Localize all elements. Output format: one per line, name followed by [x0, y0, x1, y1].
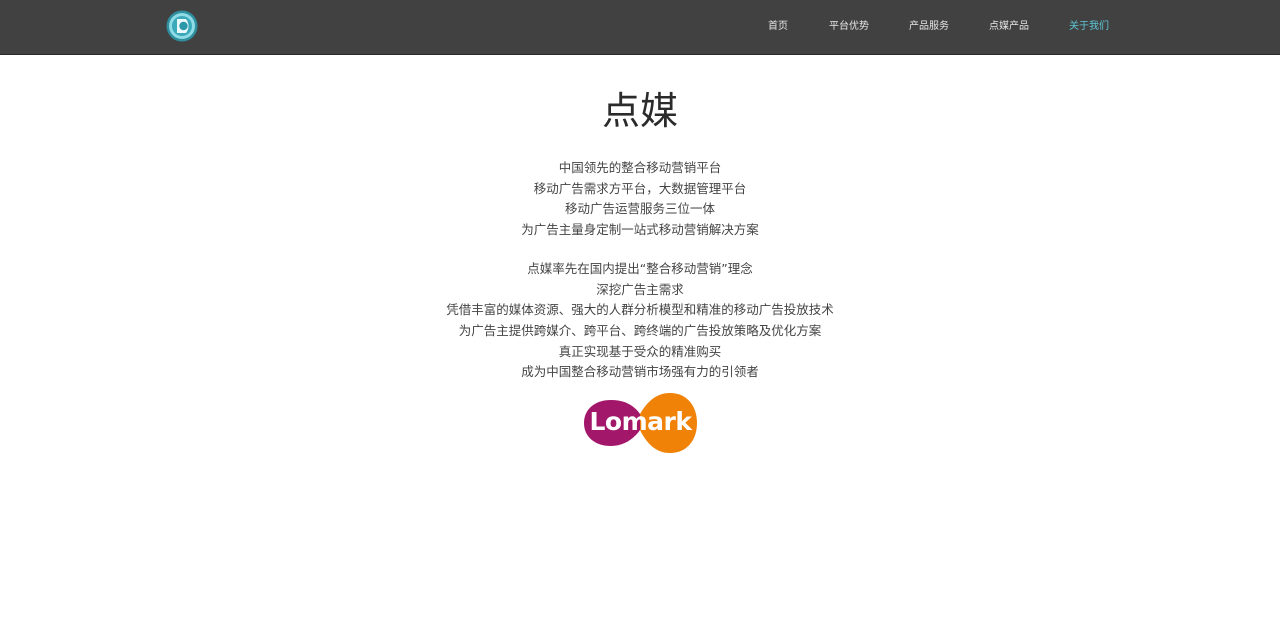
intro-line: 移动广告需求方平台，大数据管理平台: [533, 180, 747, 196]
intro-line: 中国领先的整合移动营销平台: [558, 160, 722, 175]
description-paragraph: 点媒率先在国内提出“整合移动营销”理念 深挖广告主需求 凭借丰富的媒体资源、强大…: [0, 259, 1280, 383]
description-line: 为广告主提供跨媒介、跨平台、跨终端的广告投放策略及优化方案: [458, 322, 822, 338]
lomark-brand-logo: Lomark: [584, 393, 697, 453]
description-line: 真正实现基于受众的精准购买: [558, 343, 722, 359]
nav-item-products-services[interactable]: 产品服务: [909, 20, 949, 34]
description-line: 成为中国整合移动营销市场强有力的引领者: [521, 364, 759, 380]
description-line: 凭借丰富的媒体资源、强大的人群分析模型和精准的移动广告投放技术: [446, 302, 834, 318]
nav-item-about-us[interactable]: 关于我们: [1069, 20, 1109, 34]
intro-paragraph: 中国领先的整合移动营销平台 移动广告需求方平台，大数据管理平台 移动广告运营服务…: [0, 158, 1280, 241]
nav-item-home[interactable]: 首页: [768, 20, 788, 34]
top-navbar: 首页 平台优势 产品服务 点媒产品 关于我们: [0, 0, 1280, 55]
about-section: 点媒 中国领先的整合移动营销平台 移动广告需求方平台，大数据管理平台 移动广告运…: [0, 56, 1280, 383]
intro-line: 移动广告运营服务三位一体: [564, 201, 715, 217]
page-title: 点媒: [601, 89, 678, 133]
nav-item-dianmei-products[interactable]: 点媒产品: [989, 20, 1029, 34]
nav-menu: 首页 平台优势 产品服务 点媒产品 关于我们: [0, 0, 1280, 55]
description-line: 点媒率先在国内提出“整合移动营销”理念: [527, 260, 753, 276]
description-line: 深挖广告主需求: [596, 281, 684, 297]
brand-logo-text: Lomark: [590, 407, 694, 436]
intro-line: 为广告主量身定制一站式移动营销解决方案: [521, 222, 759, 238]
nav-item-platform-advantages[interactable]: 平台优势: [829, 20, 869, 34]
